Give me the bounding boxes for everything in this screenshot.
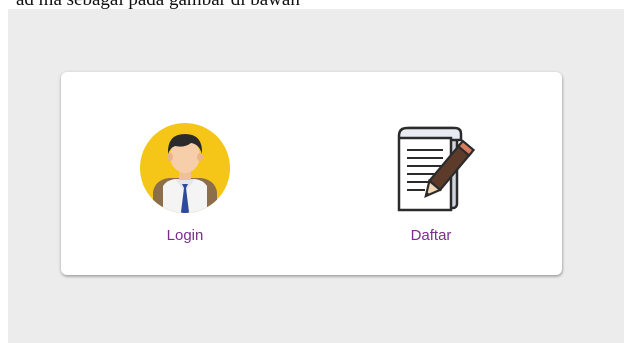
login-label: Login: [166, 227, 204, 244]
register-label: Daftar: [410, 227, 452, 244]
student-avatar-icon: [140, 123, 230, 213]
auth-options-card: Login Daftar: [61, 72, 562, 275]
login-button[interactable]: Login: [125, 122, 245, 252]
register-button[interactable]: Daftar: [371, 122, 491, 252]
document-pencil-icon: [397, 126, 476, 212]
